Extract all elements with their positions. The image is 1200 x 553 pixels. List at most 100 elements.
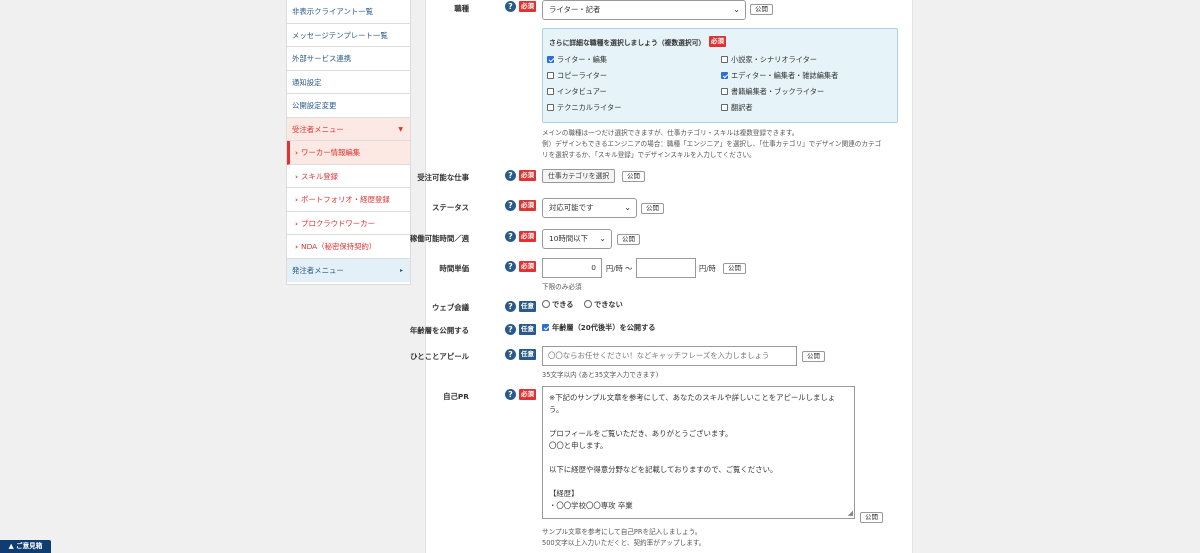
checkbox-icon	[547, 103, 554, 111]
subrole-option-copywriter[interactable]: コピーライター	[547, 71, 607, 81]
hours-select-value: 10時間以下	[549, 234, 588, 243]
role-select-value: ライター・記者	[549, 5, 601, 14]
sidebar-item-message-templates[interactable]: メッセージテンプレート一覧	[287, 24, 410, 47]
pr-note: サンプル文章を参考にして自己PRを記入しましょう。	[542, 528, 702, 536]
sidebar-item-worker-edit[interactable]: › ワーカー情報編集	[287, 141, 410, 165]
sidebar-section-receiver[interactable]: 受注者メニュー ▼	[287, 117, 410, 141]
hours-label: 稼働可能時間／週	[409, 234, 469, 243]
help-icon[interactable]: ?	[505, 389, 516, 400]
checkbox-icon	[721, 103, 728, 111]
chevron-down-icon: ⌄	[733, 5, 740, 14]
sidebar-item-label: ポートフォリオ・経歴登録	[301, 195, 390, 204]
subrole-option-translator[interactable]: 翻訳者	[721, 103, 753, 113]
chevron-down-icon: ⌄	[599, 234, 606, 243]
pr-text-line	[549, 452, 848, 464]
select-work-category-button[interactable]: 仕事カテゴリを選択	[542, 169, 616, 183]
web-meeting-option-yes[interactable]: できる	[542, 300, 573, 310]
help-icon[interactable]: ?	[505, 170, 516, 181]
rate-label: 時間単価	[439, 264, 469, 273]
rate-min-input[interactable]: 0	[542, 258, 602, 278]
feedback-box-button[interactable]: ▲ ご意見箱	[0, 540, 51, 553]
sidebar-item-skill-registration[interactable]: › スキル登録	[287, 165, 410, 188]
age-label: 年齢層を公開する	[409, 326, 469, 335]
chevron-down-icon: ⌄	[624, 203, 631, 212]
rate-note: 下限のみ必須	[542, 283, 582, 291]
subrole-option-novelist[interactable]: 小説家・シナリオライター	[721, 55, 817, 65]
checkbox-icon	[721, 87, 728, 95]
subrole-box: さらに詳細な職種を選択しましょう（複数選択可） 必須 ライター・編集 小説家・シ…	[542, 28, 898, 123]
catch-label: ひとことアピール	[410, 352, 469, 361]
sidebar-item-pro-crowdworker[interactable]: › プロクラウドワーカー	[287, 212, 410, 235]
sidebar-item-hidden-clients[interactable]: 非表示クライアント一覧	[287, 0, 410, 24]
pr-textarea[interactable]: ※下記のサンプル文章を参考にして、あなたのスキルや詳しいことをアピールしましょ …	[542, 386, 855, 519]
radio-icon	[584, 300, 592, 308]
help-icon[interactable]: ?	[505, 200, 516, 211]
hours-public-button[interactable]: 公開	[617, 234, 640, 245]
help-icon[interactable]: ?	[505, 324, 516, 335]
sidebar-item-notifications[interactable]: 通知設定	[287, 71, 410, 94]
sidebar-item-public-settings[interactable]: 公開設定変更	[287, 94, 410, 118]
catch-public-button[interactable]: 公開	[802, 351, 825, 362]
optional-badge: 任意	[519, 324, 536, 335]
required-badge: 必須	[519, 170, 536, 181]
status-label: ステータス	[432, 203, 469, 212]
sidebar-section-sender[interactable]: 発注者メニュー ▸	[287, 258, 410, 282]
help-icon[interactable]: ?	[505, 1, 516, 12]
required-badge: 必須	[519, 200, 536, 211]
hours-select[interactable]: 10時間以下 ⌄	[542, 229, 612, 249]
radio-icon	[542, 300, 550, 308]
sidebar-item-nda[interactable]: › NDA（秘密保持契約）	[287, 235, 410, 259]
help-icon[interactable]: ?	[505, 261, 516, 272]
status-select-value: 対応可能です	[549, 203, 594, 212]
status-select[interactable]: 対応可能です ⌄	[542, 198, 637, 218]
subrole-option-magazine-editor[interactable]: エディター・編集者・雑誌編集者	[721, 71, 838, 81]
role-public-button[interactable]: 公開	[750, 4, 773, 15]
required-badge: 必須	[519, 261, 536, 272]
subrole-title: さらに詳細な職種を選択しましょう（複数選択可）	[549, 39, 706, 47]
rate-max-input[interactable]	[636, 258, 696, 278]
required-badge: 必須	[519, 231, 536, 242]
age-public-checkbox[interactable]: 年齢層（20代後半）を公開する	[542, 323, 655, 333]
pr-text-line: 【経歴】	[549, 489, 579, 498]
chevron-right-icon: ›	[295, 218, 299, 228]
checkbox-checked-icon	[721, 71, 728, 79]
sidebar-item-label: スキル登録	[301, 171, 339, 181]
subrole-option-technical-writer[interactable]: テクニカルライター	[547, 103, 621, 113]
rate-unit-from: 円/時 〜	[606, 264, 633, 273]
chevron-right-icon: ▸	[399, 266, 403, 274]
pr-public-button[interactable]: 公開	[860, 512, 883, 523]
help-icon[interactable]: ?	[505, 301, 516, 312]
worker-edit-form: 職種 ? 必須 ライター・記者 ⌄ 公開 さらに詳細な職種を選択しましょう（複数…	[410, 0, 913, 553]
rate-public-button[interactable]: 公開	[723, 263, 746, 274]
chevron-right-icon: ›	[295, 148, 299, 157]
pr-text-line	[549, 416, 848, 428]
chevron-right-icon: ›	[295, 171, 299, 181]
pr-text-line: プロフィールをご覧いただき、ありがとうございます。	[549, 429, 733, 438]
pr-text-line	[549, 476, 848, 488]
sidebar-section-sender-label: 発注者メニュー	[292, 265, 344, 275]
status-public-button[interactable]: 公開	[641, 203, 664, 214]
help-icon[interactable]: ?	[505, 349, 516, 360]
sidebar-item-portfolio[interactable]: › ポートフォリオ・経歴登録	[287, 188, 410, 212]
sidebar: 非表示クライアント一覧 メッセージテンプレート一覧 外部サービス連携 通知設定 …	[286, 0, 411, 285]
subrole-option-writer-editor[interactable]: ライター・編集	[547, 55, 607, 65]
subrole-option-interviewer[interactable]: インタビュアー	[547, 87, 607, 97]
sidebar-item-external-services[interactable]: 外部サービス連携	[287, 47, 410, 71]
web-meeting-label: ウェブ会議	[432, 303, 469, 312]
pr-text-line: 〇〇と申します。	[549, 441, 608, 450]
work-label: 受注可能な仕事	[417, 173, 469, 182]
sidebar-item-label: NDA（秘密保持契約）	[301, 242, 377, 251]
pr-label: 自己PR	[443, 392, 469, 401]
role-select[interactable]: ライター・記者 ⌄	[542, 0, 746, 20]
checkbox-icon	[547, 71, 554, 79]
subrole-option-book-editor[interactable]: 書籍編集者・ブックライター	[721, 87, 824, 97]
chevron-down-icon: ▼	[398, 125, 403, 133]
catch-input[interactable]: 〇〇ならお任せください！などキャッチフレーズを入力しましょう	[542, 346, 797, 366]
required-badge: 必須	[709, 36, 726, 47]
work-public-button[interactable]: 公開	[622, 171, 645, 182]
web-meeting-option-no[interactable]: できない	[584, 300, 623, 310]
help-icon[interactable]: ?	[505, 231, 516, 242]
subrole-note: リを選択するか、「スキル登録」でデザインスキルを入力してください。	[542, 151, 756, 159]
required-badge: 必須	[519, 389, 536, 400]
resize-handle-icon[interactable]: ◢	[848, 510, 853, 517]
